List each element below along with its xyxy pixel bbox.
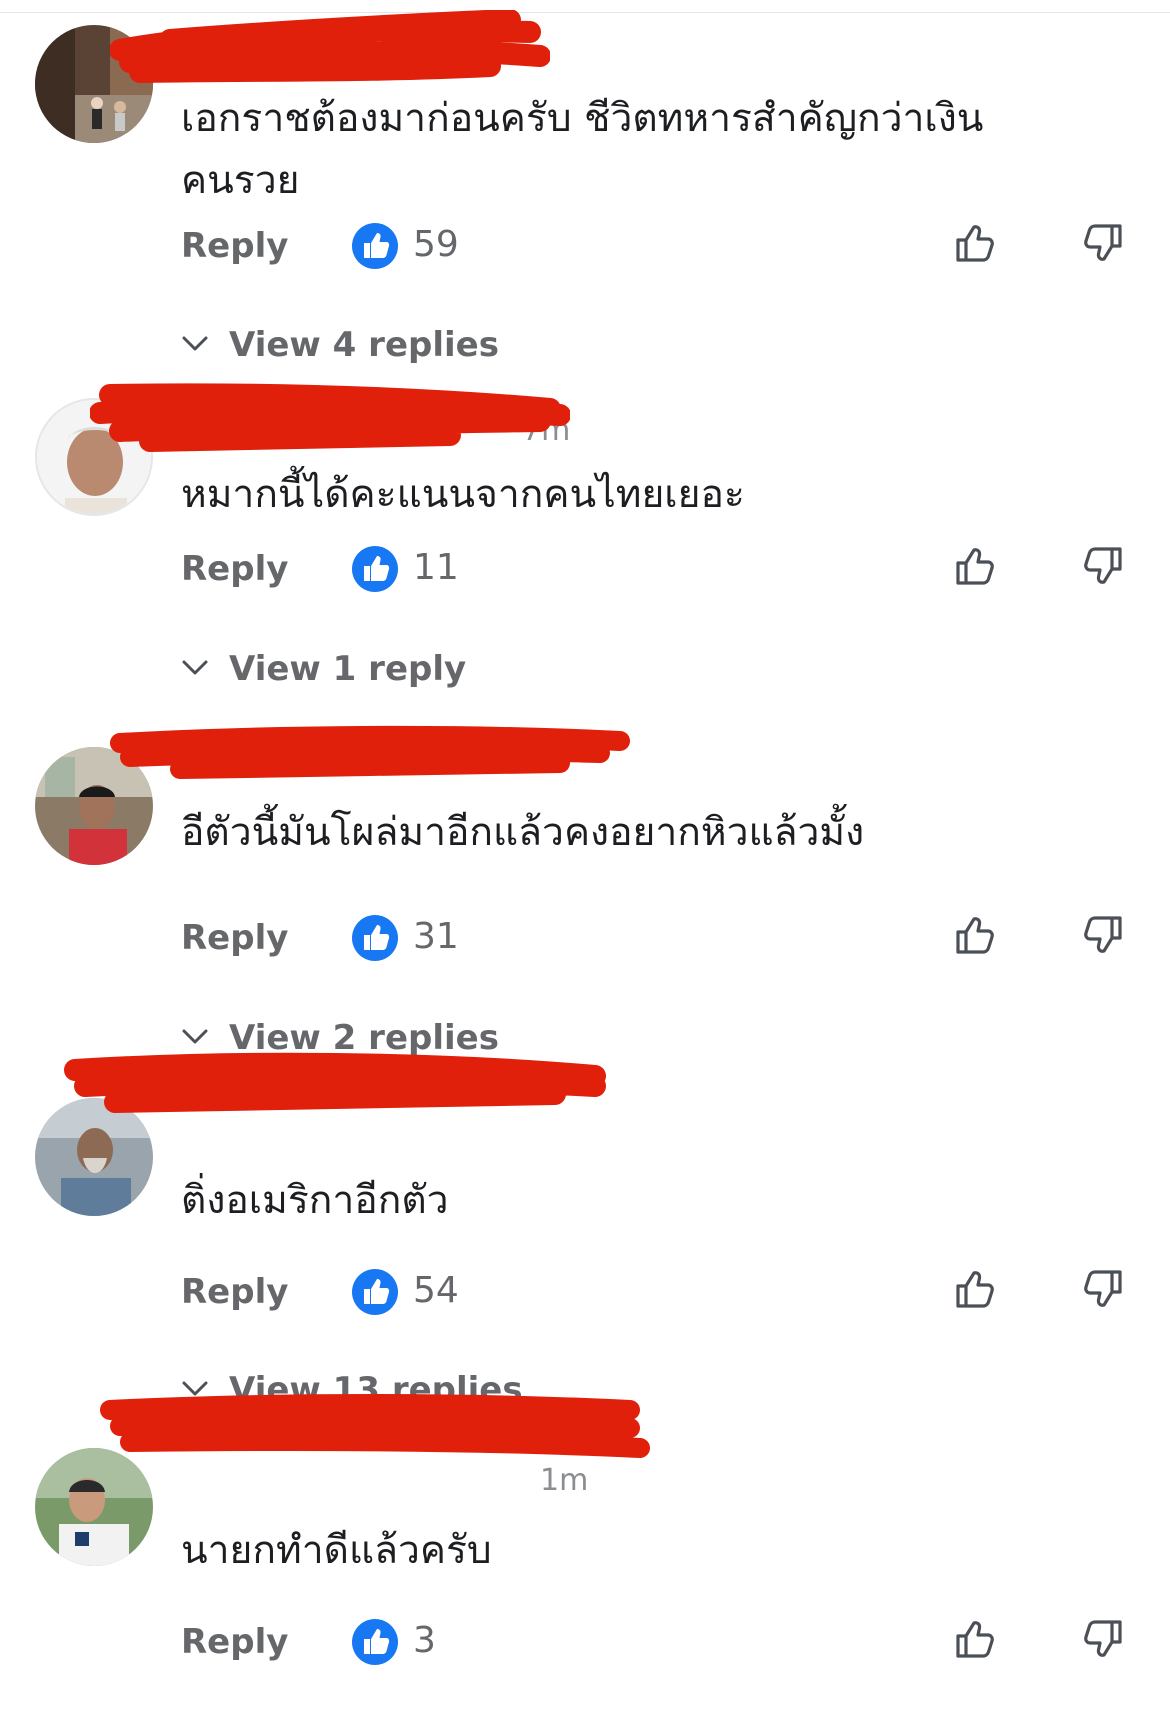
comment-item: Top fan · 10m เอกราชต้องมาก่อนครับ ชีวิต… xyxy=(0,0,1170,365)
comment-item: 1m นายกทำดีแล้วครับ Reply 3 xyxy=(0,1394,1170,1728)
comment-meta: Top fan · 10m xyxy=(182,32,441,78)
thumbs-up-icon[interactable] xyxy=(950,539,1004,593)
thumbs-down-icon[interactable] xyxy=(1074,1262,1128,1316)
comment-actions: Reply 59 xyxy=(181,222,1141,278)
top-fan-label: Top fan xyxy=(216,35,335,74)
comment-actions: Reply 31 xyxy=(181,914,1141,970)
comment-item: 7m หมากนี้ได้คะแนนจากคนไทยเยอะ Reply 11 … xyxy=(0,348,1170,689)
comment-text: หมากนี้ได้คะแนนจากคนไทยเยอะ xyxy=(181,472,745,517)
meta-separator: · xyxy=(345,35,356,74)
like-count: 11 xyxy=(413,547,459,588)
comment-text: ติ่งอเมริกาอีกตัว xyxy=(181,1178,449,1223)
reply-button[interactable]: Reply xyxy=(181,226,288,266)
chevron-down-icon xyxy=(182,660,208,674)
comment-text: เอกราชต้องมาก่อนครับ ชีวิตทหารสำคัญกว่าเ… xyxy=(181,96,984,203)
like-count: 31 xyxy=(413,916,459,957)
like-reaction-icon xyxy=(351,1618,399,1666)
chevron-down-icon xyxy=(182,1381,208,1395)
avatar-photo xyxy=(37,400,151,514)
thumbs-down-icon[interactable] xyxy=(1074,908,1128,962)
thumbs-up-icon[interactable] xyxy=(950,908,1004,962)
comment-actions: Reply 54 xyxy=(181,1268,1141,1324)
comment-time: 1m xyxy=(540,1463,589,1498)
thumbs-up-icon[interactable] xyxy=(950,216,1004,270)
comment-text: นายกทำดีแล้วครับ xyxy=(181,1528,492,1573)
avatar[interactable] xyxy=(35,1098,153,1216)
comment-text: อีตัวนี้มันโผล่มาอีกแล้วคงอยากหิวแล้วมั้… xyxy=(181,810,865,855)
reply-button[interactable]: Reply xyxy=(181,549,288,589)
thumbs-up-icon[interactable] xyxy=(950,1612,1004,1666)
chevron-down-icon xyxy=(182,1029,208,1043)
comment-meta: 1m xyxy=(540,1456,588,1502)
avatar-photo xyxy=(35,1448,153,1566)
reply-button[interactable]: Reply xyxy=(181,1272,288,1312)
view-replies-label: View 1 reply xyxy=(229,649,467,689)
like-count: 54 xyxy=(413,1270,459,1311)
thumbs-down-icon[interactable] xyxy=(1074,216,1128,270)
avatar[interactable] xyxy=(35,747,153,865)
thumbs-down-icon[interactable] xyxy=(1074,539,1128,593)
comment-time: 7m xyxy=(522,413,571,448)
comment-item: อีตัวนี้มันโผล่มาอีกแล้วคงอยากหิวแล้วมั้… xyxy=(0,697,1170,1058)
avatar[interactable] xyxy=(35,1448,153,1566)
avatar[interactable] xyxy=(35,25,153,143)
like-reaction-icon xyxy=(351,914,399,962)
thumbs-down-icon[interactable] xyxy=(1074,1612,1128,1666)
reply-button[interactable]: Reply xyxy=(181,1622,288,1662)
view-replies-button[interactable]: View 1 reply xyxy=(181,649,466,699)
like-reaction-icon xyxy=(351,545,399,593)
comment-actions: Reply 3 xyxy=(181,1618,1141,1674)
avatar-photo xyxy=(35,1098,153,1216)
like-reaction-icon xyxy=(351,1268,399,1316)
like-count: 59 xyxy=(413,224,459,265)
avatar-photo xyxy=(35,747,153,865)
redaction-scribble xyxy=(90,383,570,452)
like-count: 3 xyxy=(413,1620,436,1661)
redaction-scribble xyxy=(100,1394,650,1458)
reply-button[interactable]: Reply xyxy=(181,918,288,958)
like-reaction-icon xyxy=(351,222,399,270)
comment-time: 10m xyxy=(366,35,441,74)
comment-item: ติ่งอเมริกาอีกตัว Reply 54 View 13 repli… xyxy=(0,1048,1170,1410)
avatar-photo xyxy=(35,25,153,143)
avatar[interactable] xyxy=(35,398,153,516)
comment-meta: 7m xyxy=(522,406,570,452)
comment-actions: Reply 11 xyxy=(181,545,1141,601)
top-fan-diamond-icon xyxy=(182,32,216,78)
redaction-scribble xyxy=(64,1052,606,1113)
redaction-scribble xyxy=(110,725,630,779)
thumbs-up-icon[interactable] xyxy=(950,1262,1004,1316)
